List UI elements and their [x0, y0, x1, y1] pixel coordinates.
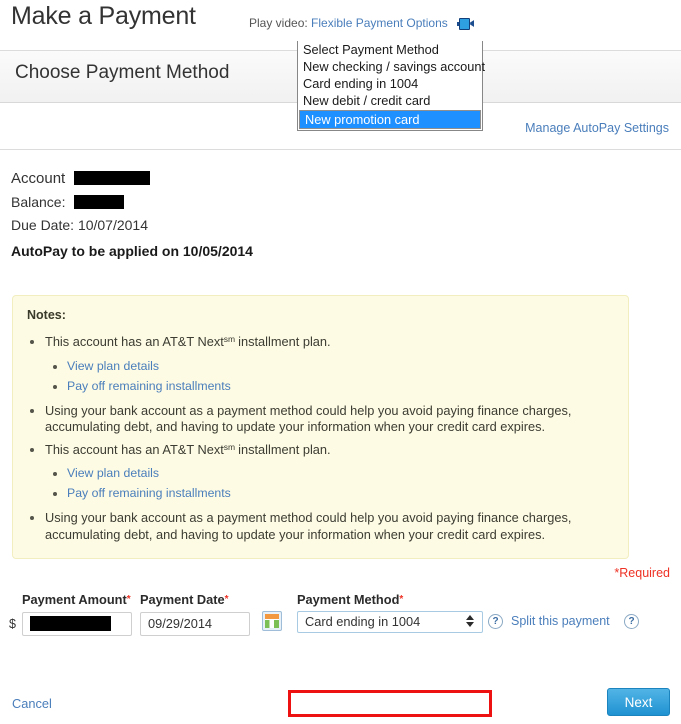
required-note: *Required	[614, 566, 670, 580]
page-title: Make a Payment	[11, 2, 196, 30]
note-sublinks: View plan details Pay off remaining inst…	[45, 356, 614, 396]
play-video-block: Play video: Flexible Payment Options	[249, 16, 475, 30]
payment-method-help-icon[interactable]: ?	[488, 614, 503, 629]
note-text-before: This account has an AT&T Next	[45, 441, 224, 457]
video-camera-icon-lens	[470, 20, 475, 27]
required-asterisk: *	[399, 594, 404, 605]
video-camera-icon-body	[459, 18, 471, 30]
notes-panel: Notes: This account has an AT&T Nextsmin…	[12, 295, 629, 559]
balance-value-redacted	[74, 195, 125, 209]
payment-method-selected-value: Card ending in 1004	[305, 614, 421, 629]
chevron-up-icon	[466, 615, 474, 620]
payment-amount-value-redacted	[30, 616, 111, 631]
split-this-payment-link[interactable]: Split this payment	[511, 614, 610, 628]
split-payment-help-icon[interactable]: ?	[624, 614, 639, 629]
account-label: Account	[11, 170, 66, 187]
autopay-notice: AutoPay to be applied on 10/05/2014	[11, 243, 253, 259]
pay-off-installments-link[interactable]: Pay off remaining installments	[67, 486, 231, 500]
option-select-payment-method[interactable]: Select Payment Method	[298, 41, 482, 58]
note-text-before: This account has an AT&T Next	[45, 334, 224, 349]
list-item: Pay off remaining installments	[67, 376, 614, 396]
account-number-row: Account	[11, 170, 431, 188]
due-date-label: Due Date:	[11, 217, 75, 233]
payment-date-label: Payment Date*	[140, 592, 229, 607]
payment-amount-label-text: Payment Amount	[22, 592, 127, 607]
payment-amount-label: Payment Amount*	[22, 592, 131, 607]
annotation-highlight-box	[288, 690, 492, 717]
note-text-after: installment plan.	[238, 334, 331, 349]
account-summary: Account Balance: Due Date: 10/07/2014 Au…	[11, 170, 431, 259]
pay-off-installments-link[interactable]: Pay off remaining installments	[67, 379, 231, 393]
payment-amount-input[interactable]	[22, 612, 132, 636]
option-new-promotion-card[interactable]: New promotion card	[299, 110, 481, 129]
calendar-icon[interactable]	[262, 611, 282, 631]
next-button[interactable]: Next	[607, 688, 670, 716]
manage-autopay-settings-link[interactable]: Manage AutoPay Settings	[525, 121, 669, 135]
option-new-debit-credit-card[interactable]: New debit / credit card	[298, 92, 482, 109]
note-item: Using your bank account as a payment met…	[45, 510, 614, 543]
currency-symbol: $	[9, 617, 16, 631]
payment-date-input[interactable]: 09/29/2014	[140, 612, 250, 636]
note-sublinks: View plan details Pay off remaining inst…	[45, 463, 614, 503]
balance-label: Balance:	[11, 194, 66, 210]
payment-date-label-text: Payment Date	[140, 592, 225, 607]
notes-list: This account has an AT&T Nextsminstallme…	[27, 331, 614, 543]
payment-method-label: Payment Method*	[297, 592, 403, 607]
view-plan-details-link[interactable]: View plan details	[67, 466, 159, 480]
due-date-row: Due Date: 10/07/2014	[11, 216, 431, 234]
view-plan-details-link[interactable]: View plan details	[67, 359, 159, 373]
note-superscript: sm	[223, 334, 236, 344]
required-asterisk: *	[126, 594, 131, 605]
list-item: View plan details	[67, 463, 614, 483]
payment-method-select[interactable]: Card ending in 1004	[297, 611, 483, 633]
note-item: Using your bank account as a payment met…	[45, 403, 614, 436]
required-asterisk: *	[224, 594, 229, 605]
chevron-down-icon	[466, 622, 474, 627]
video-camera-icon[interactable]	[457, 18, 475, 30]
account-number-redacted	[74, 171, 151, 185]
notes-title: Notes:	[27, 308, 66, 322]
note-item: This account has an AT&T Nextsminstallme…	[45, 331, 614, 396]
chevron-updown-icon	[466, 615, 475, 630]
play-video-label: Play video:	[249, 16, 308, 30]
balance-row: Balance:	[11, 193, 431, 211]
cancel-link[interactable]: Cancel	[12, 696, 52, 711]
list-item: Pay off remaining installments	[67, 483, 614, 503]
section-heading: Choose Payment Method	[15, 62, 230, 83]
calendar-icon-grid	[265, 619, 279, 628]
due-date-value: 10/07/2014	[77, 217, 149, 233]
payment-method-label-text: Payment Method	[297, 592, 400, 607]
flexible-payment-options-link[interactable]: Flexible Payment Options	[311, 16, 448, 30]
payment-method-option-list[interactable]: Select Payment Method New checking / sav…	[297, 41, 485, 131]
list-item: View plan details	[67, 356, 614, 376]
note-superscript: sm	[223, 441, 236, 452]
note-item: This account has an AT&T Nextsminstallme…	[45, 439, 614, 504]
option-new-checking-savings[interactable]: New checking / savings account	[298, 58, 485, 75]
note-text-after: installment plan.	[238, 441, 331, 457]
option-card-ending-1004[interactable]: Card ending in 1004	[298, 75, 482, 92]
